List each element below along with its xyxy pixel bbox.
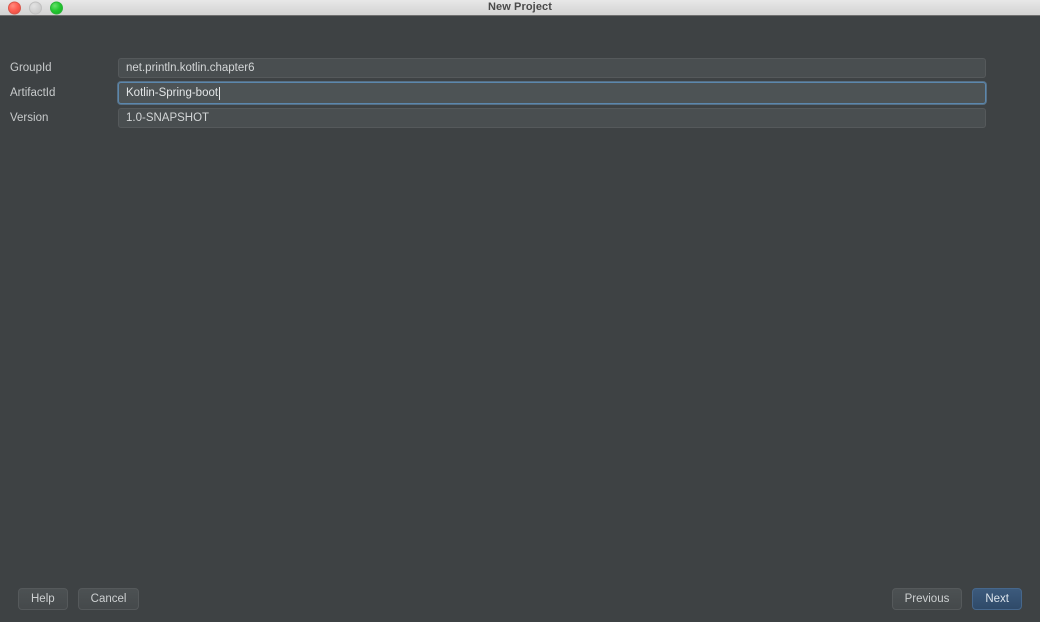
version-value: 1.0-SNAPSHOT	[126, 112, 210, 124]
window-controls	[8, 1, 63, 14]
artifactid-input[interactable]: Kotlin-Spring-boot	[118, 82, 986, 104]
text-caret	[219, 86, 221, 100]
help-button[interactable]: Help	[18, 588, 68, 610]
maximize-window-icon[interactable]	[50, 1, 63, 14]
minimize-window-icon[interactable]	[29, 1, 42, 14]
artifactid-value: Kotlin-Spring-boot	[126, 87, 219, 99]
window-titlebar: New Project	[0, 0, 1040, 16]
previous-button[interactable]: Previous	[891, 588, 963, 610]
next-button[interactable]: Next	[972, 588, 1022, 610]
dialog-body: GroupId net.println.kotlin.chapter6 Arti…	[0, 16, 1040, 622]
window-title: New Project	[487, 1, 553, 13]
version-input[interactable]: 1.0-SNAPSHOT	[118, 108, 986, 128]
form-row-artifactid: ArtifactId Kotlin-Spring-boot	[0, 82, 1040, 104]
form-row-version: Version 1.0-SNAPSHOT	[0, 108, 1040, 128]
close-window-icon[interactable]	[8, 1, 21, 14]
cancel-button[interactable]: Cancel	[77, 588, 140, 610]
artifactid-label: ArtifactId	[10, 87, 56, 99]
footer-left-actions: Help Cancel	[18, 588, 140, 610]
dialog-footer: Help Cancel Previous Next	[0, 588, 1040, 610]
new-project-dialog-window: New Project GroupId net.println.kotlin.c…	[0, 0, 1040, 622]
form-row-groupid: GroupId net.println.kotlin.chapter6	[0, 58, 1040, 78]
footer-right-actions: Previous Next	[891, 588, 1022, 610]
project-coordinates-form: GroupId net.println.kotlin.chapter6 Arti…	[0, 58, 1040, 133]
version-label: Version	[10, 112, 49, 124]
groupid-label: GroupId	[10, 62, 52, 74]
groupid-input[interactable]: net.println.kotlin.chapter6	[118, 58, 986, 78]
groupid-value: net.println.kotlin.chapter6	[126, 62, 255, 74]
